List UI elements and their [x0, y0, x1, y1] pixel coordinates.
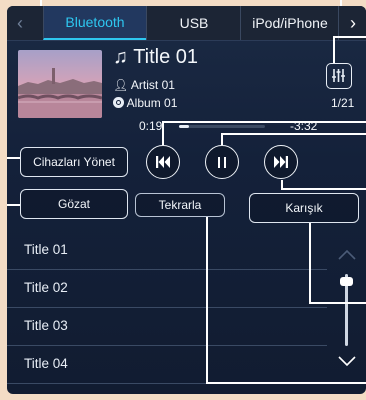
track-title-row: ♫ Title 01 — [113, 46, 198, 69]
list-item-label: Title 03 — [24, 318, 68, 333]
skip-previous-icon — [156, 156, 170, 168]
artist-name: Artist 01 — [130, 78, 175, 92]
tab-prev-arrow[interactable]: ‹ — [7, 6, 33, 40]
list-item[interactable]: Title 01 — [7, 232, 327, 270]
source-tabs: ‹ Bluetooth USB iPod/iPhone › — [7, 6, 366, 41]
track-title: Title 01 — [133, 46, 199, 68]
person-icon: 👤︎ — [113, 78, 129, 92]
previous-button[interactable] — [146, 145, 180, 179]
callout-line — [333, 36, 366, 38]
scrollbar-track[interactable] — [340, 274, 353, 346]
list-item[interactable]: Title 02 — [7, 270, 327, 308]
scroll-down-button[interactable] — [335, 352, 359, 370]
next-button[interactable] — [264, 145, 298, 179]
callout-line — [206, 217, 208, 384]
list-item[interactable]: Title 04 — [7, 346, 327, 384]
tab-ipod-iphone[interactable]: iPod/iPhone — [240, 6, 339, 40]
callout-line — [281, 188, 366, 190]
callout-line — [7, 157, 20, 159]
browse-button[interactable]: Gözat — [20, 189, 128, 219]
manage-devices-label: Cihazları Yönet — [33, 155, 115, 169]
shuffle-button[interactable]: Karışık — [249, 193, 359, 223]
progress-fill — [179, 125, 190, 128]
chevron-left-icon: ‹ — [17, 12, 23, 33]
infotainment-screen: ‹ Bluetooth USB iPod/iPhone › ♫ Title 01… — [7, 6, 366, 394]
elapsed-time: 0:19 — [139, 119, 163, 133]
browse-label: Gözat — [57, 197, 90, 211]
shuffle-label: Karışık — [285, 201, 323, 215]
repeat-button[interactable]: Tekrarla — [135, 193, 225, 217]
list-item-label: Title 02 — [24, 280, 68, 295]
disc-icon — [113, 97, 124, 108]
pause-icon — [218, 156, 226, 168]
pause-button[interactable] — [205, 145, 239, 179]
equalizer-button[interactable] — [326, 63, 352, 89]
tab-usb[interactable]: USB — [146, 6, 241, 40]
chevron-right-icon: › — [350, 12, 356, 33]
callout-line — [162, 121, 366, 123]
callout-line — [206, 382, 366, 384]
scrollbar-thumb[interactable] — [340, 277, 353, 287]
callout-line — [162, 121, 164, 145]
equalizer-icon — [332, 69, 345, 82]
artist-row: 👤︎ Artist 01 — [113, 78, 175, 92]
callout-line — [221, 133, 366, 135]
album-row: Album 01 — [113, 96, 177, 110]
album-art — [18, 50, 102, 118]
tab-next-arrow[interactable]: › — [338, 6, 366, 40]
list-item-label: Title 04 — [24, 356, 68, 371]
tab-bluetooth[interactable]: Bluetooth — [43, 6, 146, 40]
skip-next-icon — [274, 156, 288, 168]
list-item[interactable]: Title 03 — [7, 308, 327, 346]
album-name: Album 01 — [126, 96, 178, 110]
callout-line — [309, 302, 366, 304]
tab-label: USB — [179, 15, 209, 31]
track-index: 1/21 — [331, 96, 355, 110]
track-list: Title 01 Title 02 Title 03 Title 04 — [7, 232, 327, 384]
chevron-down-icon — [338, 356, 356, 367]
chevron-up-icon — [338, 249, 356, 260]
list-item-label: Title 01 — [24, 242, 68, 257]
tab-label: iPod/iPhone — [252, 15, 328, 31]
callout-line — [333, 36, 335, 63]
scroll-up-button[interactable] — [335, 246, 359, 264]
tab-label: Bluetooth — [65, 14, 125, 30]
callout-line — [309, 223, 311, 304]
repeat-label: Tekrarla — [158, 198, 202, 212]
music-note-icon: ♫ — [113, 46, 128, 68]
callout-line — [7, 204, 20, 206]
manage-devices-button[interactable]: Cihazları Yönet — [20, 147, 128, 177]
progress-bar[interactable] — [179, 125, 265, 128]
